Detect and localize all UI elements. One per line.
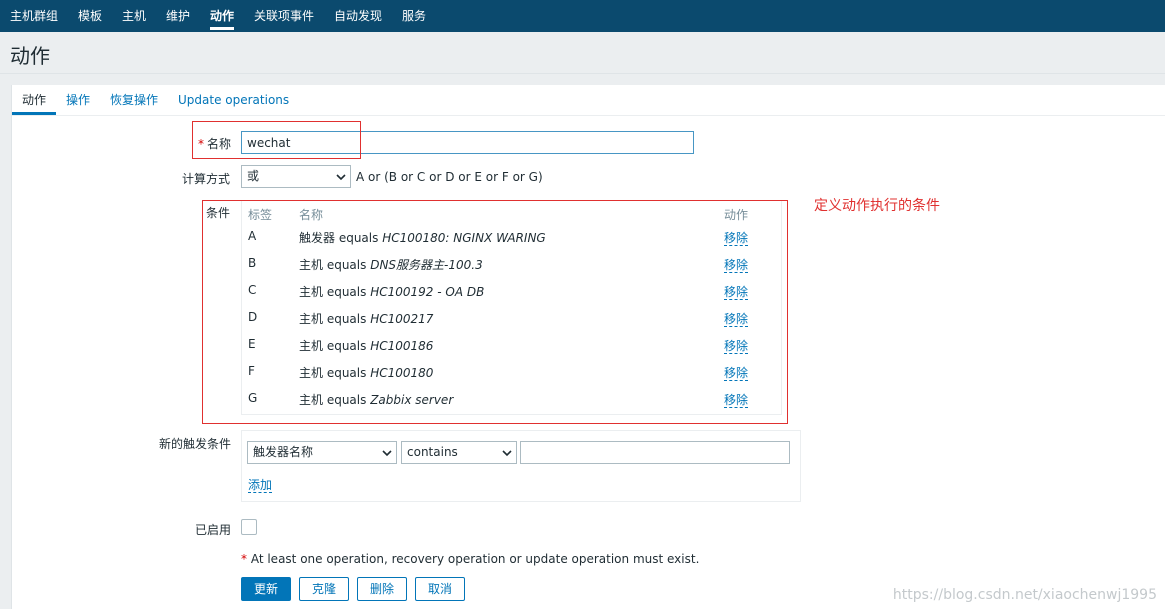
chevron-down-icon bbox=[382, 450, 392, 457]
add-condition-wrapper: 添加 bbox=[248, 476, 273, 493]
annotation-text: 定义动作执行的条件 bbox=[814, 198, 940, 214]
tab-operations[interactable]: 操作 bbox=[66, 92, 90, 112]
conditions-highlight-box bbox=[202, 200, 788, 424]
tab-action[interactable]: 动作 bbox=[11, 92, 57, 115]
calc-expression: A or (B or C or D or E or F or G) bbox=[356, 170, 543, 184]
new-condition-label: 新的触发条件 bbox=[159, 437, 232, 451]
nav-item-templates[interactable]: 模板 bbox=[78, 0, 102, 32]
top-navigation: 主机群组 模板 主机 维护 动作 关联项事件 自动发现 服务 bbox=[0, 0, 1165, 32]
clone-button[interactable]: 克隆 bbox=[299, 577, 349, 601]
warning-mark: * bbox=[241, 552, 247, 566]
condition-value-input[interactable] bbox=[520, 441, 790, 464]
name-highlight-box bbox=[192, 121, 361, 159]
condition-operator-select[interactable]: contains bbox=[401, 441, 517, 464]
nav-item-event-correlation[interactable]: 关联项事件 bbox=[254, 0, 314, 32]
condition-type-value: 触发器名称 bbox=[253, 445, 314, 459]
warning-text: At least one operation, recovery operati… bbox=[250, 552, 700, 566]
nav-item-actions[interactable]: 动作 bbox=[210, 0, 235, 32]
action-form-container: 动作 操作 恢复操作 Update operations *名称 计算方式 或 … bbox=[11, 85, 1165, 609]
calc-select-value: 或 bbox=[247, 169, 260, 183]
cancel-button[interactable]: 取消 bbox=[415, 577, 465, 601]
watermark: https://blog.csdn.net/xiaochenwj1995 bbox=[892, 587, 1157, 603]
condition-operator-value: contains bbox=[407, 445, 458, 459]
chevron-down-icon bbox=[502, 450, 512, 457]
tab-update-operations[interactable]: Update operations bbox=[178, 92, 289, 112]
page-title: 动作 bbox=[10, 44, 50, 68]
tabs-divider bbox=[12, 115, 1165, 116]
condition-type-select[interactable]: 触发器名称 bbox=[247, 441, 397, 464]
nav-item-hosts[interactable]: 主机 bbox=[122, 0, 146, 32]
nav-item-discovery[interactable]: 自动发现 bbox=[334, 0, 382, 32]
calc-select[interactable]: 或 bbox=[241, 165, 351, 188]
chevron-down-icon bbox=[336, 174, 346, 181]
operations-warning: * At least one operation, recovery opera… bbox=[241, 552, 699, 566]
title-divider bbox=[0, 73, 1165, 74]
enabled-checkbox[interactable] bbox=[241, 519, 257, 535]
add-condition-link[interactable]: 添加 bbox=[248, 478, 273, 493]
delete-button[interactable]: 删除 bbox=[357, 577, 407, 601]
tab-recovery-operations[interactable]: 恢复操作 bbox=[110, 92, 158, 112]
nav-item-services[interactable]: 服务 bbox=[402, 0, 426, 32]
enabled-label: 已启用 bbox=[195, 523, 232, 537]
nav-item-maintenance[interactable]: 维护 bbox=[166, 0, 190, 32]
update-button[interactable]: 更新 bbox=[241, 577, 291, 601]
nav-item-host-groups[interactable]: 主机群组 bbox=[10, 0, 58, 32]
calc-label: 计算方式 bbox=[182, 172, 231, 186]
